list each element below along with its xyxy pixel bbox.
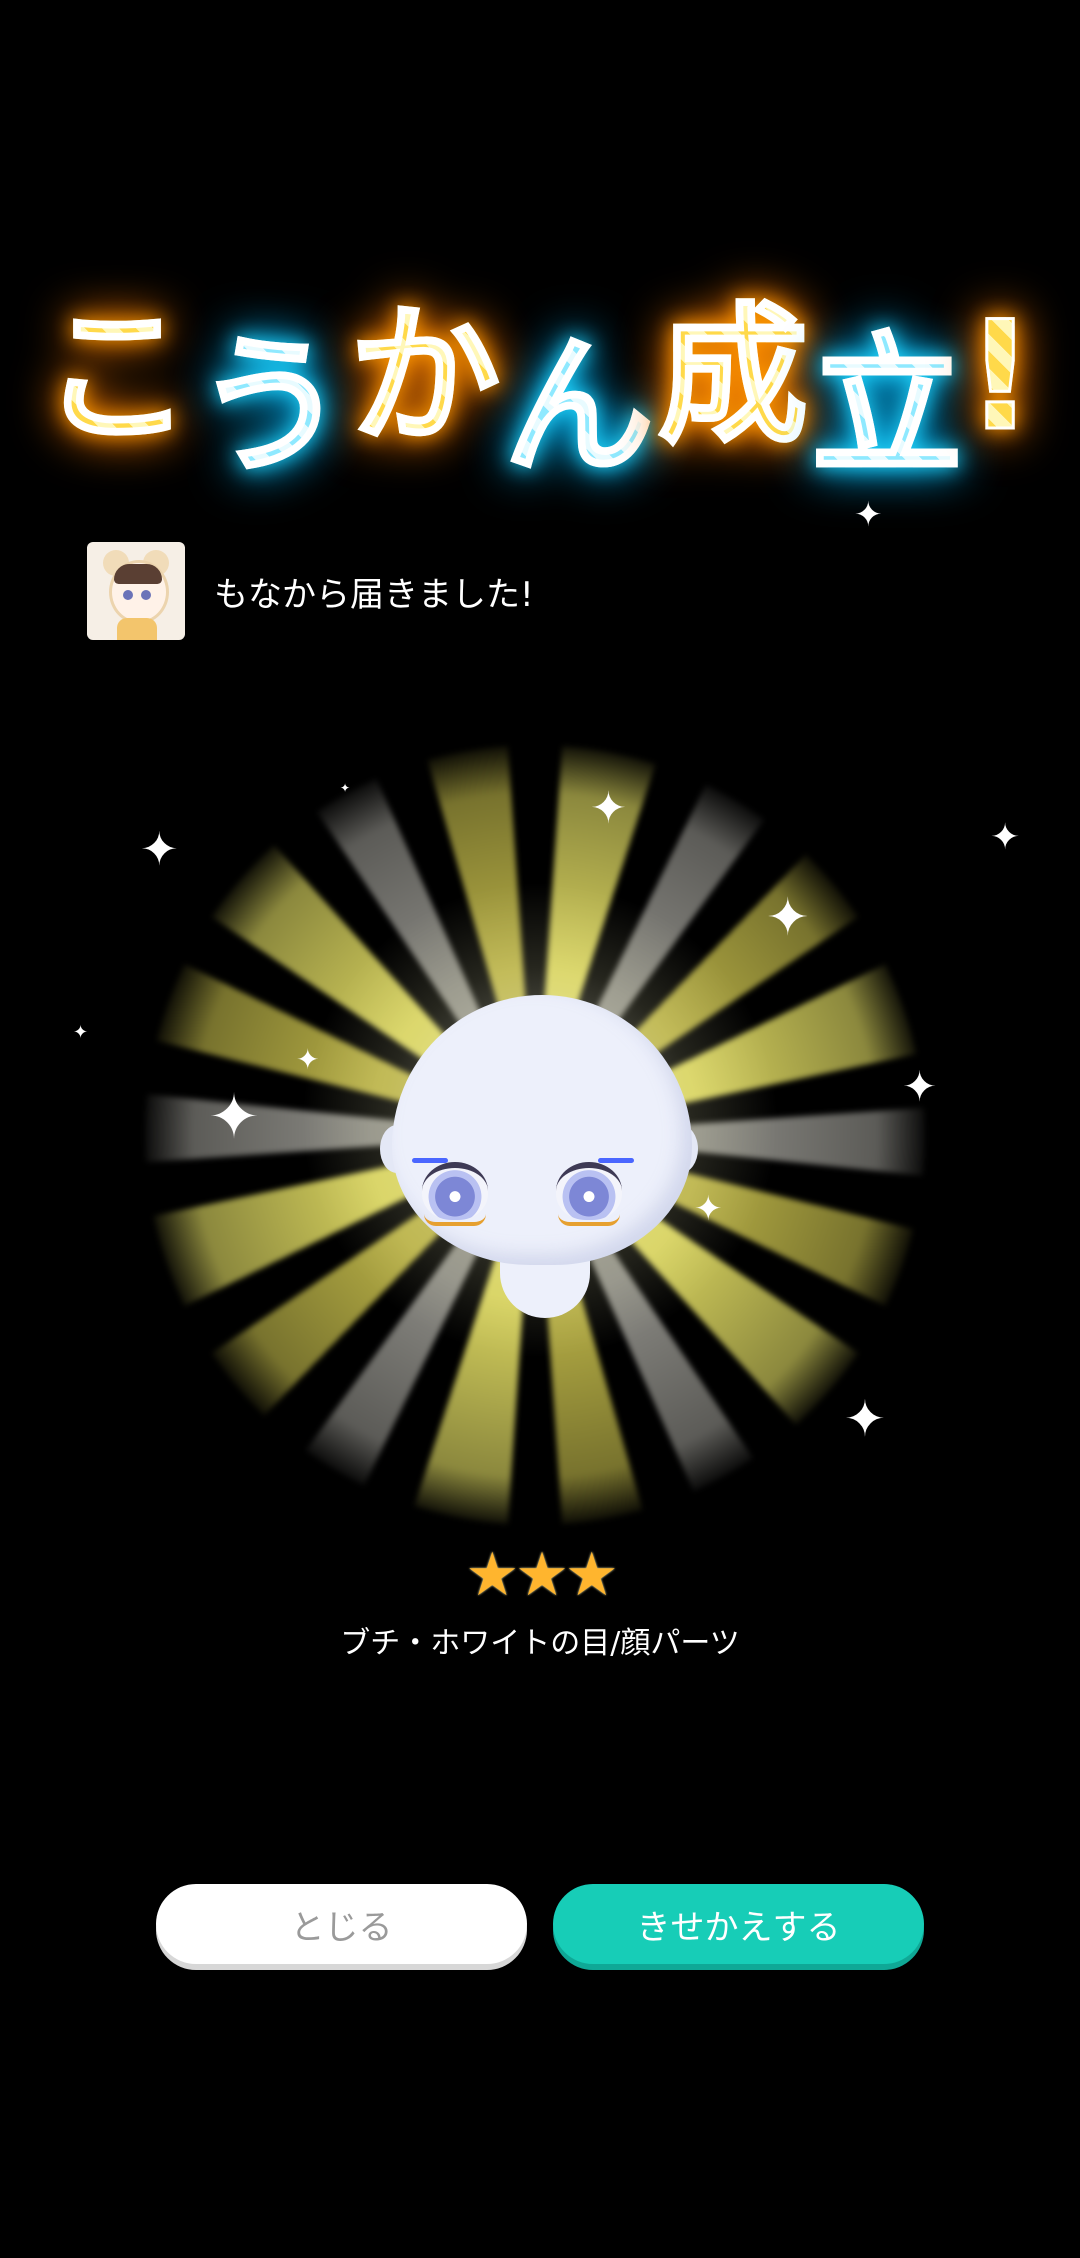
trade-complete-screen: こうかん成立! もなから届きました! ✦ ✦ ✦ ✦ ✦ ✦ ✦ ✦ ✦ ✦ ✦…: [0, 0, 1080, 2258]
sparkle-icon: ✦: [340, 781, 351, 795]
sparkle-icon: ✦: [902, 1062, 938, 1111]
rarity-stars: ★★★: [0, 1540, 1080, 1610]
sparkle-icon: ✦: [296, 1043, 320, 1076]
sparkle-icon: ✦: [990, 817, 1021, 858]
sparkle-icon: ✦: [854, 495, 883, 535]
item-name: ブチ・ホワイトの目/顔パーツ: [340, 1626, 740, 1661]
sparkle-icon: ✦: [590, 783, 627, 834]
item-eye-left: [422, 1162, 488, 1220]
title-char: か: [348, 255, 504, 472]
trade-complete-title: こうかん成立!: [0, 255, 1080, 496]
lash-right: [558, 1214, 620, 1226]
sender-message: もなから届きました!: [214, 574, 534, 615]
item-eye-right: [556, 1162, 622, 1220]
title-char: 立: [810, 285, 966, 502]
sparkle-icon: ✦: [73, 1022, 89, 1043]
sparkle-icon: ✦: [766, 888, 810, 948]
sparkle-icon: ✦: [844, 1390, 886, 1448]
title-char: ん: [502, 285, 658, 502]
title-char: こ: [40, 255, 196, 472]
sender-row: もなから届きました!: [87, 542, 534, 640]
eyeliner-right: [598, 1158, 634, 1163]
eyeliner-left: [412, 1158, 448, 1163]
sparkle-icon: ✦: [208, 1080, 260, 1153]
star-icon: ★★★: [465, 1540, 618, 1610]
title-char: 成: [656, 255, 812, 472]
title-char: !: [964, 289, 1039, 466]
sparkle-icon: ✦: [694, 1189, 723, 1229]
title-char: う: [194, 285, 350, 502]
lash-left: [424, 1214, 486, 1226]
dress-up-button[interactable]: きせかえする: [553, 1884, 924, 1964]
sender-avatar: [87, 542, 185, 640]
close-button[interactable]: とじる: [156, 1884, 527, 1964]
sparkle-icon: ✦: [140, 822, 179, 876]
